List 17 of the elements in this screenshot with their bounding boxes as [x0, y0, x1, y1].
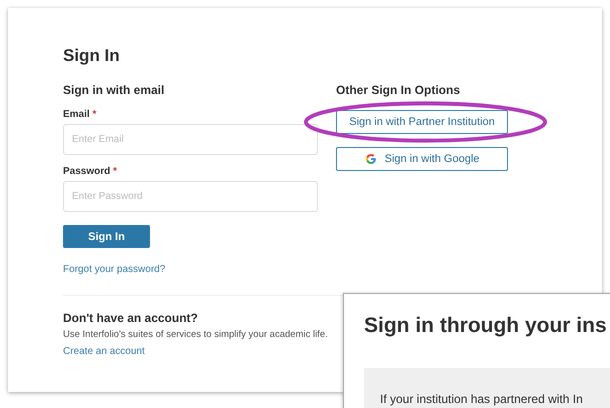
section-heading: Other Sign In Options — [336, 83, 460, 97]
overlay-title: Sign in through your ins — [364, 314, 608, 338]
section-heading: Don't have an account? — [63, 311, 198, 325]
notice-text: If your institution has partnered with In — [380, 392, 583, 406]
field-label: Password * — [63, 166, 118, 177]
input-field[interactable]: Enter Password — [63, 181, 318, 212]
create-account-link[interactable]: Create an account — [63, 346, 145, 357]
google-icon — [364, 153, 377, 165]
sign-in-option-button[interactable]: Sign in with Partner Institution — [336, 110, 508, 134]
sign-in-option-button[interactable]: Sign in with Google — [336, 147, 508, 171]
input-field[interactable]: Enter Email — [63, 124, 318, 155]
forgot-password-link[interactable]: Forgot your password? — [63, 264, 166, 275]
section-heading: Sign in with email — [63, 83, 164, 97]
page-title: Sign In — [63, 46, 121, 66]
field-label: Email * — [63, 109, 98, 120]
account-description: Use Interfolio's suites of services to simplify your academic life. — [63, 329, 329, 340]
sign-in-button[interactable]: Sign In — [63, 225, 150, 248]
